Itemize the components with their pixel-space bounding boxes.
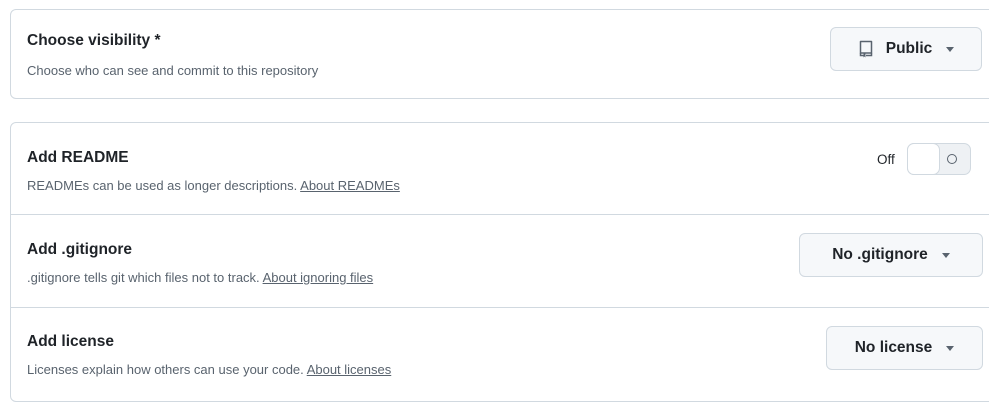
readme-title: Add README <box>27 149 129 166</box>
visibility-section: Choose visibility * Choose who can see a… <box>10 9 989 99</box>
readme-help-link[interactable]: About READMEs <box>300 178 400 193</box>
license-select-label: No license <box>854 339 933 356</box>
license-help-link[interactable]: About licenses <box>307 362 392 377</box>
readme-toggle-group: Off <box>877 143 971 175</box>
init-options-section: Add README READMEs can be used as longer… <box>10 122 989 402</box>
gitignore-select-label: No .gitignore <box>832 246 928 263</box>
visibility-description: Choose who can see and commit to this re… <box>27 63 319 78</box>
toggle-knob <box>906 143 940 175</box>
license-description-text: Licenses explain how others can use your… <box>27 362 304 377</box>
chevron-down-icon <box>941 252 950 258</box>
repo-icon <box>859 40 872 58</box>
gitignore-description-text: .gitignore tells git which files not to … <box>27 270 260 285</box>
license-select-button[interactable]: No license <box>826 326 983 370</box>
divider <box>11 307 989 308</box>
gitignore-help-link[interactable]: About ignoring files <box>263 270 374 285</box>
chevron-down-icon <box>946 46 955 52</box>
readme-description-text: READMEs can be used as longer descriptio… <box>27 178 298 193</box>
visibility-select-label: Public <box>885 40 933 57</box>
readme-toggle-label: Off <box>877 151 895 167</box>
license-title: Add license <box>27 333 114 350</box>
toggle-off-icon <box>946 154 957 164</box>
gitignore-select-button[interactable]: No .gitignore <box>799 233 983 277</box>
gitignore-description: .gitignore tells git which files not to … <box>27 270 373 285</box>
divider <box>11 214 989 215</box>
visibility-title: Choose visibility * <box>27 32 161 49</box>
readme-toggle[interactable] <box>906 143 971 175</box>
visibility-select-button[interactable]: Public <box>830 27 982 71</box>
chevron-down-icon <box>946 345 955 351</box>
readme-description: READMEs can be used as longer descriptio… <box>27 178 400 193</box>
gitignore-title: Add .gitignore <box>27 241 133 258</box>
license-description: Licenses explain how others can use your… <box>27 362 391 377</box>
